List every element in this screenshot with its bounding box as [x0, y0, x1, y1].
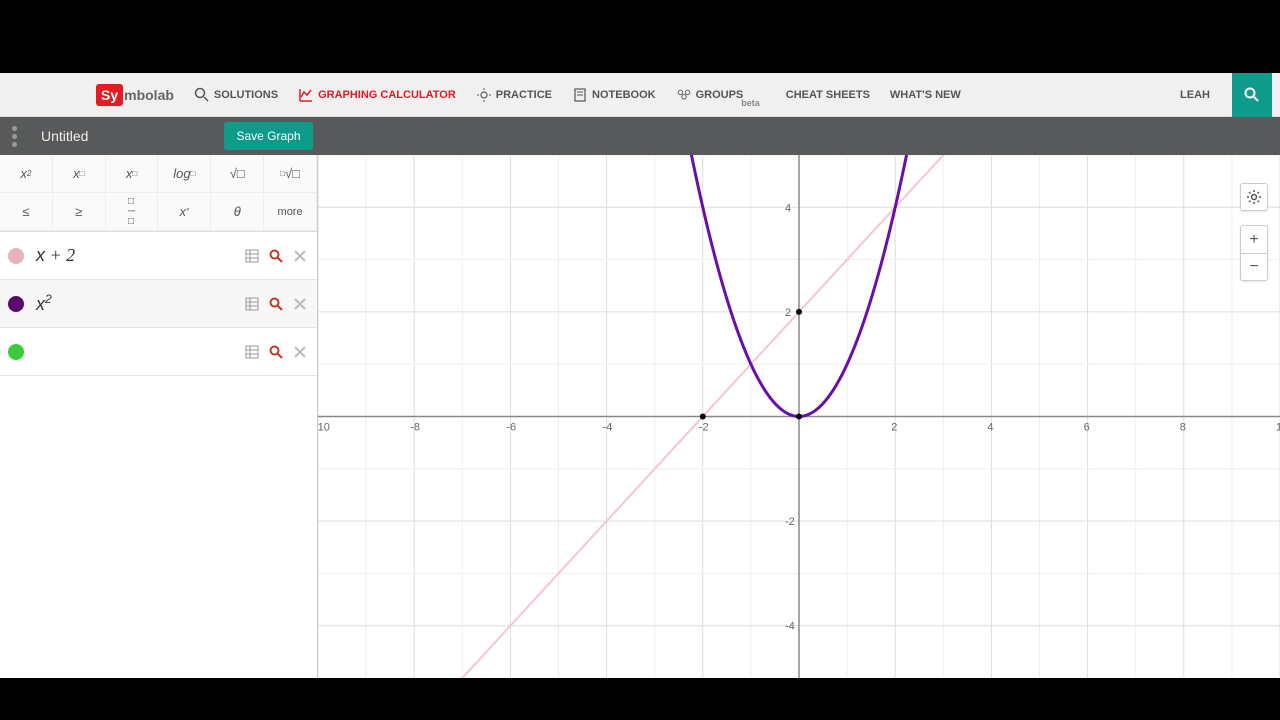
nav-label: GRAPHING CALCULATOR — [318, 89, 456, 101]
nav-solutions[interactable]: SOLUTIONS — [186, 81, 286, 109]
svg-text:6: 6 — [1084, 422, 1090, 434]
table-icon[interactable] — [243, 343, 261, 361]
nav-label: NOTEBOOK — [592, 89, 656, 101]
svg-text:-2: -2 — [699, 422, 709, 434]
nav-label: WHAT'S NEW — [890, 89, 961, 101]
key-geq[interactable]: ≥ — [53, 193, 106, 231]
delete-icon[interactable] — [291, 295, 309, 313]
svg-text:-8: -8 — [410, 422, 420, 434]
svg-text:8: 8 — [1180, 422, 1186, 434]
nav-groups[interactable]: GROUPS beta — [668, 81, 774, 109]
expression-sidebar: x2 x□ x□ log□ √□ □√□ ≤ ≥ □─□ x° θ more x… — [0, 155, 318, 678]
graph-icon — [298, 87, 314, 103]
key-leq[interactable]: ≤ — [0, 193, 53, 231]
beta-badge: beta — [741, 98, 760, 108]
search-icon — [194, 87, 210, 103]
key-x-sub[interactable]: x□ — [106, 155, 159, 193]
color-swatch[interactable] — [8, 344, 24, 360]
zoom-in-button[interactable]: + — [1240, 225, 1268, 253]
nav-practice[interactable]: PRACTICE — [468, 81, 560, 109]
expression-input[interactable]: x + 2 — [36, 245, 243, 266]
nav-links: SOLUTIONS GRAPHING CALCULATOR PRACTICE N… — [186, 81, 1166, 109]
lightbulb-icon — [476, 87, 492, 103]
graph-toolbar: Untitled Save Graph — [0, 117, 1280, 155]
table-icon[interactable] — [243, 247, 261, 265]
table-icon[interactable] — [243, 295, 261, 313]
delete-icon[interactable] — [291, 247, 309, 265]
svg-text:10: 10 — [1276, 422, 1280, 434]
svg-text:-2: -2 — [785, 516, 795, 528]
key-fraction[interactable]: □─□ — [106, 193, 159, 231]
key-nthroot[interactable]: □√□ — [264, 155, 317, 193]
analyze-icon[interactable] — [267, 343, 285, 361]
svg-text:2: 2 — [785, 307, 791, 319]
graph-controls: + − — [1240, 183, 1268, 281]
expression-row[interactable] — [0, 328, 317, 376]
svg-text:-6: -6 — [506, 422, 516, 434]
key-more[interactable]: more — [264, 193, 317, 231]
svg-text:-4: -4 — [785, 621, 795, 633]
svg-text:4: 4 — [987, 422, 993, 434]
svg-text:4: 4 — [785, 202, 791, 214]
save-graph-button[interactable]: Save Graph — [224, 122, 312, 150]
color-swatch[interactable] — [8, 248, 24, 264]
nav-graphing-calculator[interactable]: GRAPHING CALCULATOR — [290, 81, 464, 109]
analyze-icon[interactable] — [267, 247, 285, 265]
key-sqrt[interactable]: √□ — [211, 155, 264, 193]
gear-icon — [1246, 189, 1262, 205]
nav-notebook[interactable]: NOTEBOOK — [564, 81, 664, 109]
nav-label: GROUPS — [696, 89, 744, 101]
key-log[interactable]: log□ — [158, 155, 211, 193]
user-name[interactable]: LEAH — [1166, 89, 1224, 101]
key-theta[interactable]: θ — [211, 193, 264, 231]
color-swatch[interactable] — [8, 296, 24, 312]
nav-label: SOLUTIONS — [214, 89, 278, 101]
search-icon — [1244, 87, 1260, 103]
zoom-out-button[interactable]: − — [1240, 253, 1268, 281]
expression-input[interactable]: x2 — [36, 292, 243, 315]
svg-text:-4: -4 — [603, 422, 613, 434]
svg-text:-10: -10 — [318, 422, 330, 434]
expression-row[interactable]: x + 2 — [0, 232, 317, 280]
nav-right: LEAH — [1166, 73, 1272, 117]
svg-text:2: 2 — [891, 422, 897, 434]
key-x-power[interactable]: x□ — [53, 155, 106, 193]
groups-icon — [676, 87, 692, 103]
math-keypad: x2 x□ x□ log□ √□ □√□ ≤ ≥ □─□ x° θ more — [0, 155, 317, 232]
logo-text: mbolab — [124, 87, 174, 103]
logo-badge: Sy — [96, 84, 123, 106]
nav-cheat-sheets[interactable]: CHEAT SHEETS — [778, 83, 878, 107]
expression-row[interactable]: x2 — [0, 280, 317, 328]
settings-button[interactable] — [1240, 183, 1268, 211]
graph-title[interactable]: Untitled — [41, 128, 88, 144]
top-navigation: Sy mbolab SOLUTIONS GRAPHING CALCULATOR … — [0, 73, 1280, 117]
delete-icon[interactable] — [291, 343, 309, 361]
expression-list: x + 2 x2 — [0, 232, 317, 678]
plot-svg: -10 -8 -6 -4 -2 2 4 6 8 10 -4 -2 2 4 — [318, 155, 1280, 678]
nav-label: PRACTICE — [496, 89, 552, 101]
nav-label: CHEAT SHEETS — [786, 89, 870, 101]
key-degree[interactable]: x° — [158, 193, 211, 231]
analyze-icon[interactable] — [267, 295, 285, 313]
graph-canvas[interactable]: + − -10 -8 -6 -4 -2 2 4 6 8 10 -4 -2 2 4 — [318, 155, 1280, 678]
notebook-icon — [572, 87, 588, 103]
logo[interactable]: Sy mbolab — [96, 84, 174, 106]
key-x-squared[interactable]: x2 — [0, 155, 53, 193]
nav-whats-new[interactable]: WHAT'S NEW — [882, 83, 969, 107]
menu-dots-icon[interactable] — [12, 126, 17, 147]
global-search-button[interactable] — [1232, 73, 1272, 117]
